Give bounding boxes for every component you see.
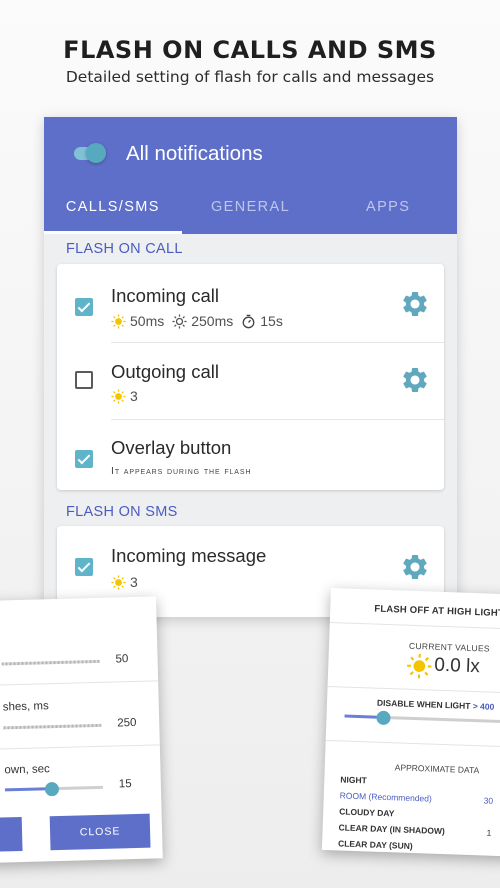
section-header-flash-on-call: FLASH ON CALL: [66, 241, 183, 257]
flash-off-duration: 250ms: [191, 313, 234, 329]
list-item-overlay-button[interactable]: Overlay button It appears during the fla…: [57, 420, 444, 490]
divider: [325, 739, 500, 748]
sun-outline-icon: [172, 313, 187, 329]
condition-room-value: 30: [483, 795, 494, 806]
outgoing-call-meta: 3: [111, 388, 146, 404]
outgoing-call-checkbox[interactable]: [75, 371, 93, 389]
secondary-button[interactable]: [0, 816, 23, 852]
incoming-call-title: Incoming call: [111, 285, 219, 306]
tab-general[interactable]: GENERAL: [182, 187, 320, 234]
disable-threshold: > 400: [472, 701, 495, 712]
all-notifications-toggle[interactable]: [72, 141, 108, 165]
approximate-data-label: APPROXIMATE DATA: [394, 762, 480, 776]
flash-total-duration: 15s: [260, 313, 283, 329]
slider-label: shes, ms: [2, 700, 49, 714]
slider-value: 250: [117, 716, 137, 730]
sun-icon: [111, 574, 126, 590]
promo-subtitle: Detailed setting of flash for calls and …: [65, 68, 435, 86]
flash-off-slider[interactable]: [3, 723, 102, 730]
close-button[interactable]: CLOSE: [49, 813, 151, 851]
overlay-button-title: Overlay button: [111, 437, 232, 458]
tab-bar: CALLS/SMS GENERAL APPS: [44, 187, 457, 234]
slider-value: 50: [115, 653, 129, 666]
list-item-incoming-call[interactable]: Incoming call 50ms 250ms 15s: [57, 264, 444, 342]
gear-icon[interactable]: [400, 365, 430, 395]
app-screen: All notifications CALLS/SMS GENERAL APPS…: [44, 117, 457, 617]
promo-title: FLASH ON CALLS AND SMS: [63, 36, 437, 64]
call-settings-card: Incoming call 50ms 250ms 15s Outgoing ca…: [57, 264, 444, 490]
current-light-value: 0.0 lx: [434, 654, 481, 678]
condition-night: NIGHT: [340, 774, 367, 786]
slider-value: 15: [118, 778, 132, 791]
incoming-message-title: Incoming message: [111, 545, 267, 566]
gear-icon[interactable]: [400, 552, 430, 582]
outgoing-call-title: Outgoing call: [111, 361, 219, 382]
incoming-message-meta: 3: [111, 574, 146, 590]
light-threshold-slider[interactable]: [344, 714, 500, 725]
flash-count: 3: [130, 388, 138, 404]
condition-clear-day-shadow-value: 1: [486, 827, 492, 838]
slider-label: own, sec: [4, 763, 50, 777]
overlay-button-checkbox[interactable]: [75, 450, 93, 468]
slider-handle[interactable]: [44, 782, 60, 797]
divider: [329, 621, 500, 630]
incoming-call-meta: 50ms 250ms 15s: [111, 313, 291, 329]
sun-icon: [407, 653, 432, 679]
divider: [327, 685, 500, 694]
tab-apps[interactable]: APPS: [319, 187, 457, 234]
condition-clear-day-shadow: CLEAR DAY (IN SHADOW): [338, 822, 446, 837]
incoming-call-checkbox[interactable]: [75, 298, 93, 316]
condition-clear-day-sun: CLEAR DAY (SUN): [337, 838, 413, 852]
flash-on-duration: 50ms: [130, 313, 165, 329]
divider: [0, 744, 160, 750]
app-bar-title: All notifications: [126, 142, 263, 165]
sun-icon: [111, 388, 126, 404]
timer-icon: [242, 314, 255, 328]
current-values-label: CURRENT VALUES: [408, 640, 491, 654]
tab-calls-sms[interactable]: CALLS/SMS: [44, 187, 182, 234]
gear-icon[interactable]: [400, 289, 430, 319]
divider: [0, 680, 159, 686]
flash-timing-dialog: 50 shes, ms 250 own, sec 15 CLOSE: [0, 596, 163, 863]
sun-icon: [111, 313, 126, 329]
condition-cloudy-day: CLOUDY DAY: [339, 806, 395, 819]
app-bar: All notifications CALLS/SMS GENERAL APPS: [44, 117, 457, 234]
condition-room: ROOM (Recommended): [339, 790, 432, 804]
flash-on-slider[interactable]: [1, 659, 100, 666]
incoming-message-checkbox[interactable]: [75, 558, 93, 576]
overlay-button-description: It appears during the flash: [111, 465, 252, 477]
light-sensor-dialog: FLASH OFF AT HIGH LIGHT S CURRENT VALUES…: [321, 588, 500, 857]
list-item-outgoing-call[interactable]: Outgoing call 3: [57, 343, 444, 419]
slider-handle[interactable]: [376, 710, 391, 726]
dialog-title: FLASH OFF AT HIGH LIGHT S: [374, 603, 500, 620]
section-header-flash-on-sms: FLASH ON SMS: [66, 504, 178, 520]
disable-when-light-label: DISABLE WHEN LIGHT > 400: [376, 697, 495, 712]
flash-count: 3: [130, 574, 138, 590]
